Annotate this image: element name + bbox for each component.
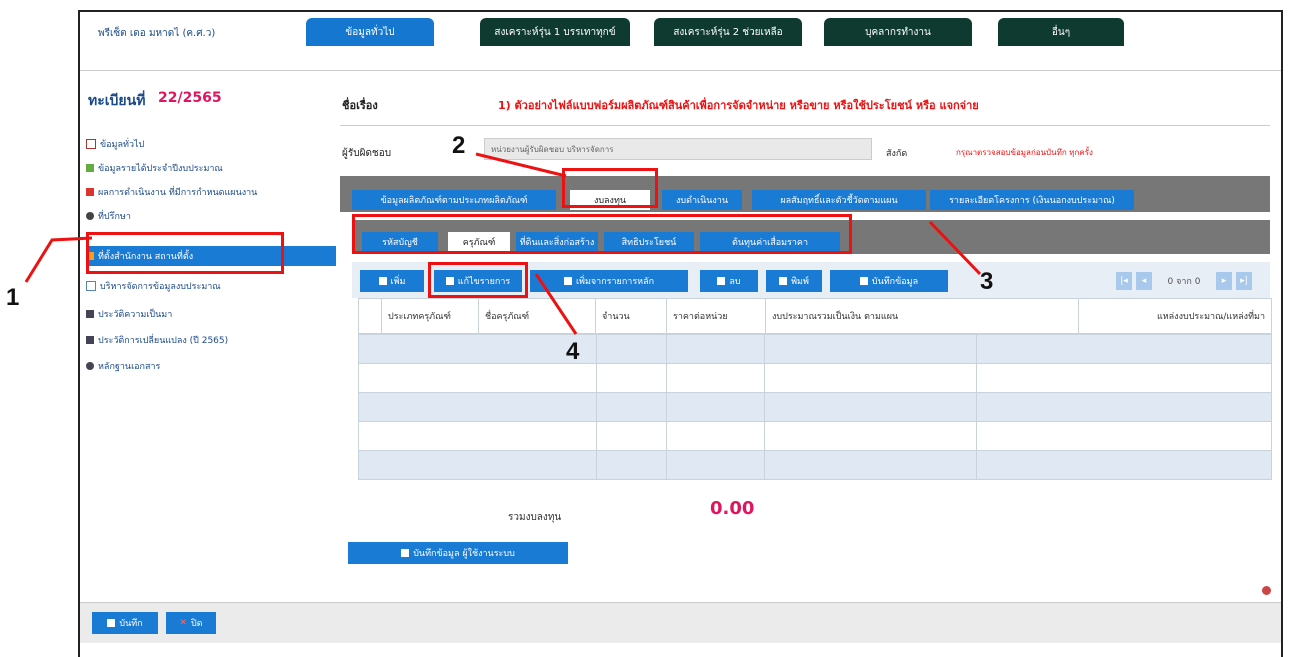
- callout-line-2: [475, 152, 567, 178]
- callout-line-4: [534, 273, 578, 335]
- callout-1: 1: [6, 284, 20, 311]
- callout-3: 3: [980, 268, 994, 295]
- callout-line-3: [928, 220, 982, 276]
- callout-2: 2: [452, 132, 466, 159]
- callout-4: 4: [566, 338, 580, 365]
- callout-line-1: [24, 236, 93, 283]
- callout-lines: [24, 152, 982, 335]
